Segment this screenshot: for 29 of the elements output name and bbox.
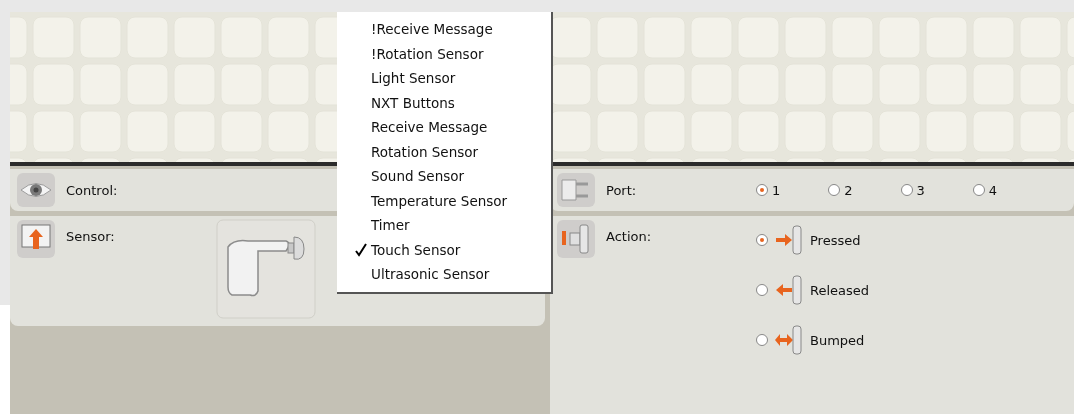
- arrow-left-icon: [774, 275, 804, 305]
- port-radio[interactable]: 3: [900, 182, 925, 198]
- checkmark-icon: [355, 242, 367, 257]
- eye-icon: [16, 172, 56, 208]
- action-radio[interactable]: Bumped: [756, 325, 870, 355]
- menu-item[interactable]: Receive Message: [337, 115, 551, 140]
- menu-item[interactable]: !Rotation Sensor: [337, 41, 551, 66]
- menu-item[interactable]: NXT Buttons: [337, 90, 551, 115]
- port-radio[interactable]: 2: [828, 182, 853, 198]
- menu-item[interactable]: Sound Sensor: [337, 164, 551, 189]
- action-radio[interactable]: Released: [756, 275, 870, 305]
- menu-item[interactable]: Touch Sensor: [337, 237, 551, 262]
- arrow-right-icon: [774, 225, 804, 255]
- port-radio[interactable]: 1: [756, 182, 781, 198]
- sensor-label: Sensor:: [66, 228, 116, 246]
- menu-item[interactable]: Temperature Sensor: [337, 188, 551, 213]
- menu-item[interactable]: Timer: [337, 213, 551, 238]
- port-radio[interactable]: 4: [972, 182, 998, 198]
- menu-item[interactable]: Rotation Sensor: [337, 139, 551, 164]
- action-label: Action:: [606, 228, 653, 246]
- port-label: Port:: [606, 182, 638, 198]
- menu-item[interactable]: !Receive Message: [337, 17, 551, 42]
- action-radio[interactable]: Pressed: [756, 225, 870, 255]
- menu-item[interactable]: Ultrasonic Sensor: [337, 262, 551, 287]
- control-label: Control:: [66, 182, 119, 198]
- double-arrow-icon: [774, 325, 804, 355]
- button-press-icon: [556, 219, 596, 259]
- plug-icon: [556, 172, 596, 208]
- menu-item[interactable]: Light Sensor: [337, 66, 551, 91]
